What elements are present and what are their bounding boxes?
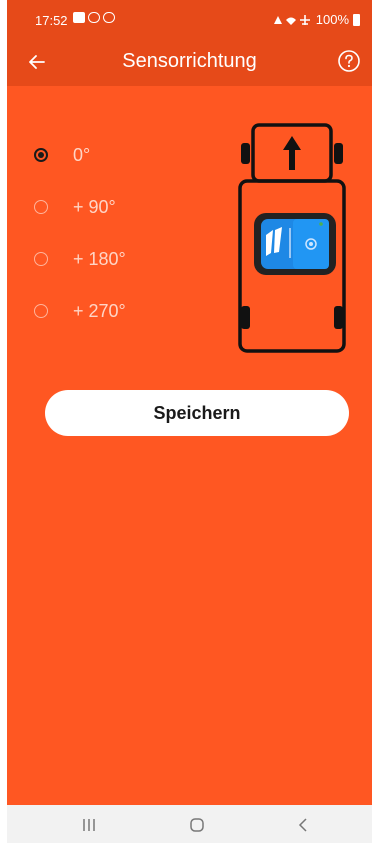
notification-icon: [88, 12, 100, 23]
radio-button[interactable]: [34, 252, 48, 266]
back-nav-button[interactable]: [283, 813, 323, 837]
app-bar: 17:52 100% Sensorrichtung: [7, 0, 372, 86]
system-nav-bar: [7, 805, 372, 843]
option-label: + 180°: [73, 248, 126, 269]
notification-icons: [73, 12, 115, 23]
app-screen: 17:52 100% Sensorrichtung 0° + 90° + 180…: [7, 0, 372, 843]
home-button[interactable]: [177, 813, 217, 837]
radio-button[interactable]: [34, 200, 48, 214]
status-time: 17:52: [35, 13, 68, 28]
status-bar: 17:52 100%: [7, 0, 372, 38]
save-button[interactable]: Speichern: [45, 390, 349, 436]
option-90[interactable]: + 90°: [27, 192, 167, 222]
status-right: 100%: [272, 12, 360, 27]
radio-button[interactable]: [34, 148, 48, 162]
option-label: + 90°: [73, 196, 116, 217]
toolbar: Sensorrichtung: [7, 38, 372, 84]
option-180[interactable]: + 180°: [27, 244, 167, 274]
option-label: 0°: [73, 144, 91, 165]
arrow-up-icon: [283, 136, 301, 170]
sensor-device-icon: [254, 213, 336, 275]
option-label: + 270°: [73, 300, 126, 321]
help-button[interactable]: [336, 48, 362, 74]
home-icon: [190, 818, 204, 832]
option-270[interactable]: + 270°: [27, 296, 167, 326]
battery-icon: [353, 13, 360, 26]
radio-button[interactable]: [34, 304, 48, 318]
recent-apps-icon: [83, 819, 95, 831]
car-topview-icon: [238, 123, 346, 353]
page-title: Sensorrichtung: [122, 50, 257, 72]
option-0[interactable]: 0°: [27, 140, 167, 170]
question-circle-icon: [338, 50, 360, 72]
notification-icon: [103, 12, 115, 23]
recent-apps-button[interactable]: [69, 813, 109, 837]
chevron-left-icon: [298, 818, 307, 832]
gallery-icon: [73, 12, 85, 23]
signal-wifi-airplane-icons: [273, 14, 310, 25]
battery-percent: 100%: [315, 12, 349, 27]
